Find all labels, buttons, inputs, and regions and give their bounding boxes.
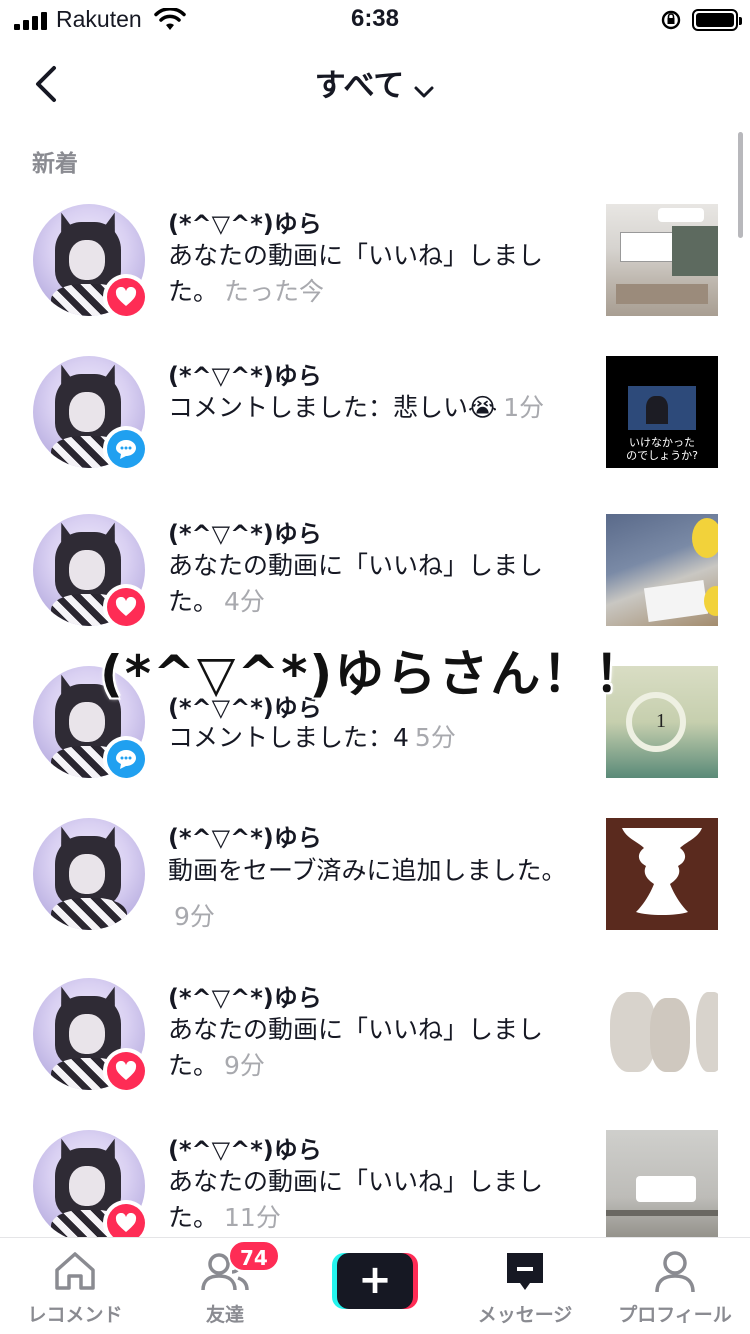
inbox-filter-dropdown[interactable]: すべて: [0, 60, 750, 105]
notification-row[interactable]: (*^▽^*)ゆら あなたの動画に「いいね」しました。 9分: [0, 978, 750, 1128]
plus-icon: +: [337, 1253, 413, 1309]
video-thumbnail[interactable]: [606, 514, 718, 626]
overlay-caption: (*^▽^*)ゆらさん！！: [100, 645, 647, 703]
notification-time: 5分: [414, 723, 456, 752]
notification-row[interactable]: (*^▽^*)ゆら あなたの動画に「いいね」しました。 たった今: [0, 204, 750, 354]
tab-profile-label: プロフィール: [618, 1304, 732, 1326]
rotation-lock-icon: [661, 10, 681, 30]
notification-username[interactable]: (*^▽^*)ゆら: [168, 204, 322, 239]
inbox-icon: [507, 1253, 543, 1290]
avatar[interactable]: [33, 818, 145, 930]
chevron-down-icon: [414, 86, 434, 97]
notification-time: 4分: [224, 587, 265, 616]
video-thumbnail[interactable]: いけなかったのでしょうか?: [606, 356, 718, 468]
notification-message: あなたの動画に「いいね」しました。 9分: [168, 1015, 544, 1080]
thumbnail-caption: 1: [656, 710, 666, 732]
video-thumbnail[interactable]: [606, 204, 718, 316]
section-header-new: 新着: [32, 151, 78, 177]
notification-message: あなたの動画に「いいね」しました。 4分: [168, 551, 544, 616]
tab-profile[interactable]: プロフィール: [600, 1238, 750, 1334]
tab-home[interactable]: レコメンド: [0, 1238, 150, 1334]
notification-message: あなたの動画に「いいね」しました。 11分: [168, 1167, 544, 1232]
battery-icon: [692, 9, 742, 31]
comment-icon: [116, 750, 136, 769]
notification-message: 動画をセーブ済みに追加しました。9分: [168, 856, 567, 931]
home-icon: [55, 1252, 95, 1290]
video-thumbnail[interactable]: [606, 1130, 718, 1242]
status-time: 6:38: [350, 5, 400, 32]
profile-icon: [655, 1251, 695, 1293]
heart-icon: [115, 597, 137, 616]
tab-home-label: レコメンド: [27, 1304, 123, 1326]
notification-message: あなたの動画に「いいね」しました。 たった今: [168, 241, 544, 306]
heart-icon: [115, 1213, 137, 1232]
tab-friends-label: 友達: [205, 1304, 244, 1326]
tab-inbox[interactable]: メッセージ: [450, 1238, 600, 1334]
notification-message: コメントしました：悲しい😭 1分: [168, 393, 545, 422]
video-thumbnail[interactable]: [606, 978, 718, 1090]
tab-inbox-label: メッセージ: [477, 1304, 573, 1326]
page-title: すべて: [314, 68, 405, 104]
notification-row[interactable]: (*^▽^*)ゆら 動画をセーブ済みに追加しました。9分: [0, 818, 750, 968]
notification-row[interactable]: (*^▽^*)ゆら コメントしました：悲しい😭 1分 いけなかったのでしょうか?: [0, 356, 750, 506]
notification-time: 9分: [224, 1051, 265, 1080]
status-bar: Rakuten 6:38: [0, 0, 750, 40]
top-nav: すべて: [0, 48, 750, 118]
notification-time: たった今: [224, 277, 325, 306]
notification-time: 9分: [174, 902, 215, 931]
friends-notification-badge: 74: [228, 1240, 280, 1272]
notification-message: コメントしました：4 5分: [168, 723, 456, 752]
notification-username[interactable]: (*^▽^*)ゆら: [168, 1130, 322, 1165]
notification-time: 1分: [503, 393, 545, 422]
notification-time: 11分: [224, 1203, 281, 1232]
vase-illusion-image: [622, 828, 702, 915]
like-badge: [103, 274, 149, 320]
create-button[interactable]: +: [332, 1253, 418, 1309]
thumbnail-caption: いけなかったのでしょうか?: [626, 436, 698, 462]
heart-icon: [115, 1061, 137, 1080]
notification-username[interactable]: (*^▽^*)ゆら: [168, 978, 322, 1013]
video-thumbnail[interactable]: [606, 818, 718, 930]
comment-badge: [103, 426, 149, 472]
comment-icon: [116, 440, 136, 459]
like-badge: [103, 1048, 149, 1094]
like-badge: [103, 584, 149, 630]
heart-icon: [115, 287, 137, 306]
notification-username[interactable]: (*^▽^*)ゆら: [168, 514, 322, 549]
comment-badge: [103, 736, 149, 782]
notification-username[interactable]: (*^▽^*)ゆら: [168, 356, 322, 391]
